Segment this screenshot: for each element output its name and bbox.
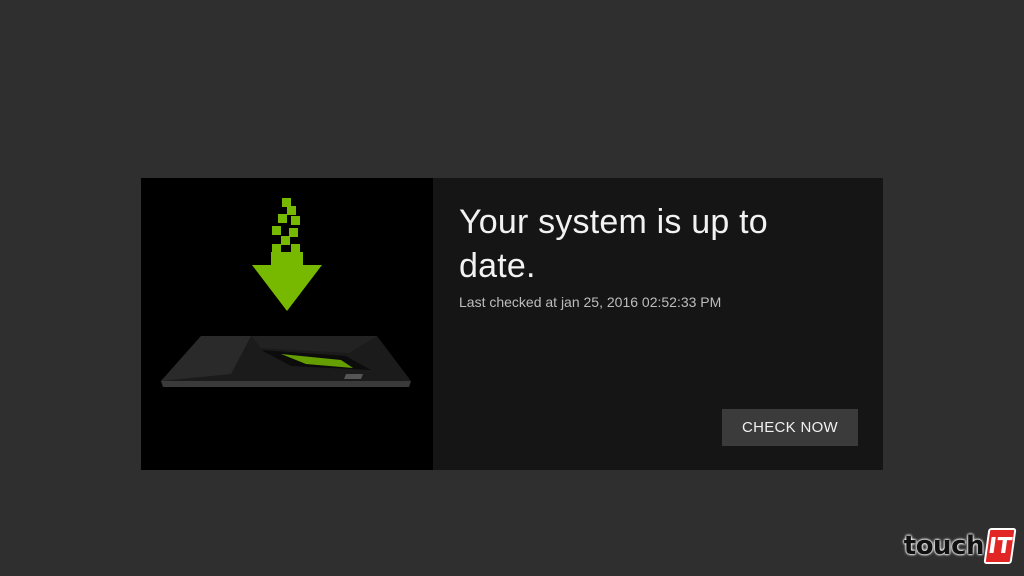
last-checked-text: Last checked at jan 25, 2016 02:52:33 PM — [459, 294, 722, 310]
watermark-text: touch — [903, 531, 985, 561]
update-content: Your system is up to date. Last checked … — [433, 178, 883, 470]
watermark-logo: touch IT — [903, 528, 1017, 564]
check-now-button[interactable]: CHECK NOW — [722, 409, 858, 446]
status-title: Your system is up to date. — [459, 203, 768, 285]
console-device-illustration — [161, 336, 411, 387]
update-dialog: Your system is up to date. Last checked … — [141, 178, 883, 470]
watermark-badge: IT — [983, 528, 1017, 564]
hero-panel — [141, 178, 433, 470]
download-arrow-icon — [252, 198, 322, 311]
